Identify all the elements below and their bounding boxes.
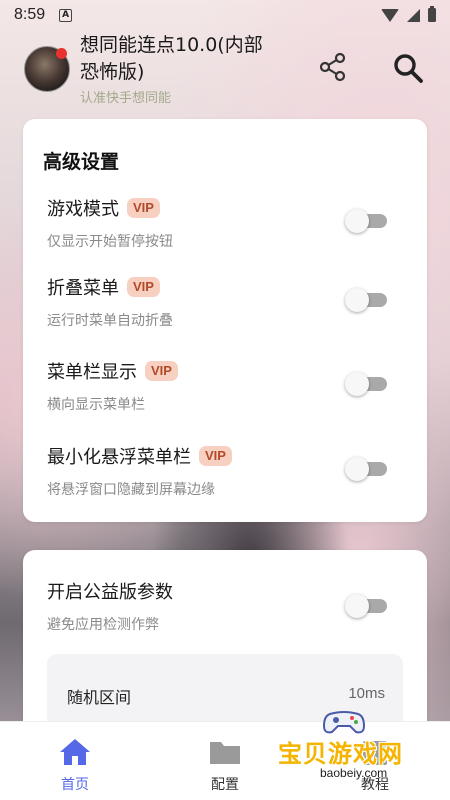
setting-public-params: 开启公益版参数 避免应用检测作弊 [23,578,427,648]
random-interval-value: 10ms [348,685,385,702]
advanced-settings-card: 高级设置 游戏模式 VIP 仅显示开始暂停按钮 折叠菜单 VIP 运行时菜单自动… [23,119,427,522]
notification-dot [56,48,67,59]
signal-icon [407,8,420,22]
setting-label: 折叠菜单 [47,278,119,299]
random-interval-label: 随机区间 [67,688,132,707]
watermark: 宝贝游戏网 baobeiy.com [272,708,432,788]
setting-desc: 运行时菜单自动折叠 [47,313,173,329]
minimize-floating-menu-toggle[interactable] [345,457,387,481]
home-icon [60,739,90,765]
vip-badge: VIP [127,277,160,297]
watermark-text: 宝贝游戏网 [278,740,403,768]
vip-badge: VIP [199,446,232,466]
setting-label: 菜单栏显示 [47,362,137,383]
menu-bar-display-toggle[interactable] [345,372,387,396]
battery-icon [428,6,436,22]
vip-badge: VIP [145,361,178,381]
gamepad-icon [322,711,366,734]
wifi-icon [381,8,399,22]
setting-desc: 仅显示开始暂停按钮 [47,234,173,250]
page-title: 想同能连点10.0(内部恐怖版) [80,34,263,83]
setting-label: 最小化悬浮菜单栏 [47,447,191,468]
fold-menu-toggle[interactable] [345,288,387,312]
setting-label: 游戏模式 [47,199,119,220]
advanced-settings-title: 高级设置 [43,151,120,173]
status-time: 8:59 [14,6,46,23]
setting-fold-menu: 折叠菜单 VIP 运行时菜单自动折叠 [23,274,427,344]
status-bar: 8:59 A [0,0,450,30]
setting-menu-bar-display: 菜单栏显示 VIP 横向显示菜单栏 [23,358,427,428]
folder-icon [210,742,240,764]
public-params-toggle[interactable] [345,594,387,618]
setting-minimize-floating-menu: 最小化悬浮菜单栏 VIP 将悬浮窗口隐藏到屏幕边缘 [23,443,427,513]
vip-badge: VIP [127,198,160,218]
game-mode-toggle[interactable] [345,209,387,233]
setting-desc: 避免应用检测作弊 [47,617,159,633]
setting-desc: 横向显示菜单栏 [47,397,145,413]
page-subtitle: 认准快手想同能 [80,91,172,106]
setting-desc: 将悬浮窗口隐藏到屏幕边缘 [47,482,215,498]
search-icon[interactable] [392,52,424,84]
watermark-url: baobeiy.com [320,766,388,780]
nav-item-home[interactable]: 首页 [0,722,150,800]
nav-label: 首页 [61,777,89,793]
notification-a-icon: A [59,8,73,22]
share-icon[interactable] [318,52,348,82]
setting-label: 开启公益版参数 [47,582,173,603]
setting-game-mode: 游戏模式 VIP 仅显示开始暂停按钮 [23,195,427,265]
app-header: 想同能连点10.0(内部恐怖版) 认准快手想同能 [0,30,450,110]
